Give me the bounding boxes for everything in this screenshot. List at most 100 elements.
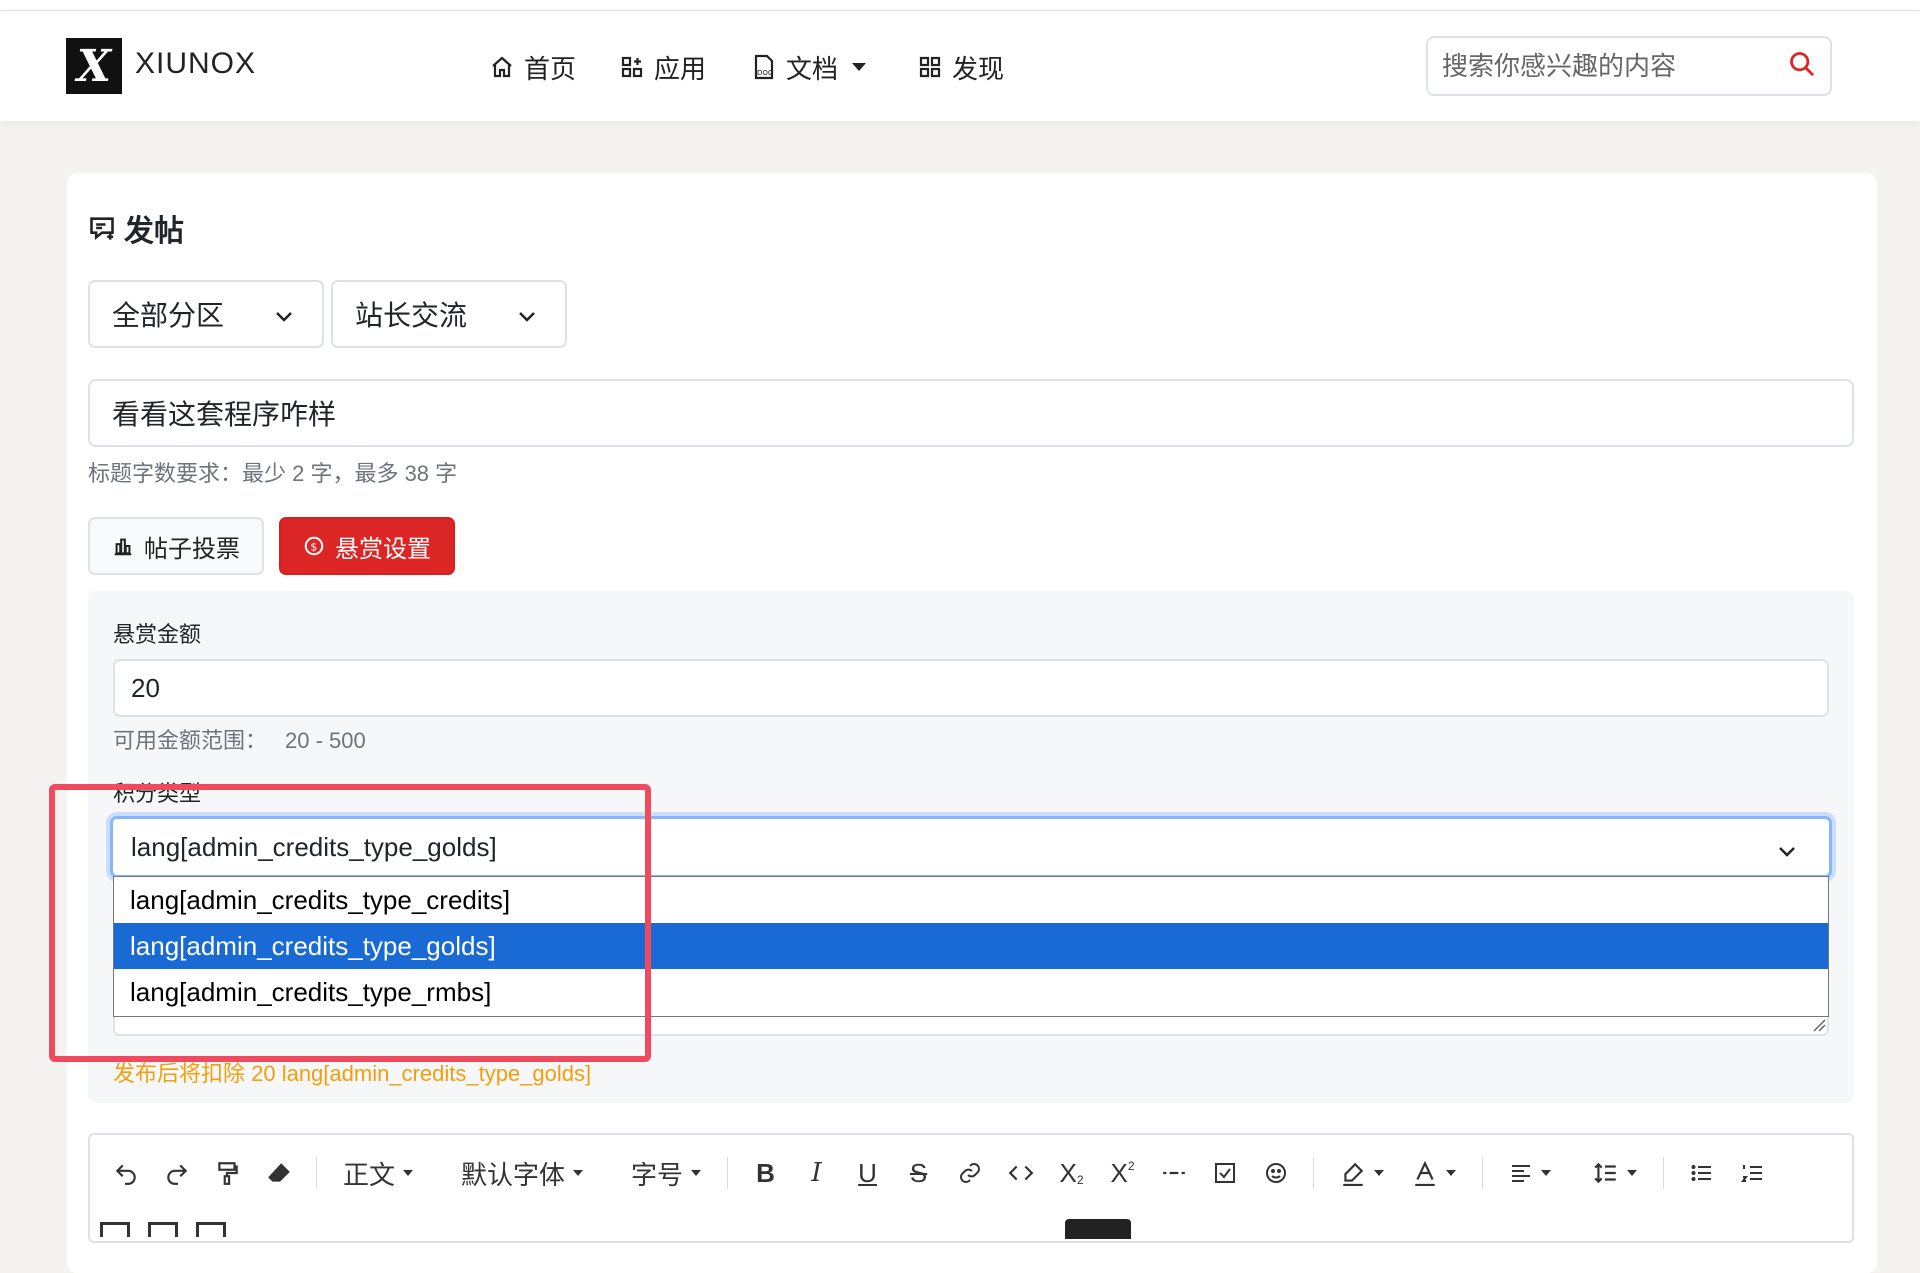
line-height-icon [1594, 1162, 1616, 1184]
forum-select-value: 全部分区 [112, 300, 225, 331]
search-box [1426, 36, 1832, 96]
search-input[interactable] [1442, 46, 1772, 86]
nav-item-docs[interactable]: DOC 文档 [752, 47, 867, 87]
subscript-icon[interactable]: X2 [1046, 1153, 1097, 1193]
chevron-down-icon [519, 312, 535, 322]
caret-down-icon [403, 1170, 414, 1176]
svg-text:$: $ [310, 541, 317, 554]
nav-item-discover[interactable]: 发现 [918, 47, 1004, 87]
highlighter-icon [1343, 1162, 1364, 1186]
toolbar-icon-partial[interactable] [196, 1222, 226, 1237]
resize-handle-icon[interactable] [1812, 1018, 1826, 1032]
title-hint: 标题字数要求：最少 2 字，最多 38 字 [88, 461, 458, 486]
font-color-icon [1415, 1160, 1435, 1186]
home-icon [492, 56, 512, 78]
ai-button[interactable] [1065, 1219, 1131, 1239]
credit-type-selected: lang[admin_credits_type_golds] [131, 831, 497, 862]
paragraph-dropdown[interactable]: 正文 [329, 1155, 427, 1192]
board-select[interactable]: 站长交流 [331, 280, 567, 348]
credit-type-label: 积分类型 [113, 781, 202, 806]
grid-icon [919, 56, 941, 78]
toolbar-divider [316, 1157, 317, 1189]
amount-range: 可用金额范围： 20 - 500 [113, 723, 366, 755]
nav-label: 应用 [654, 53, 707, 84]
reward-button[interactable]: $ 悬赏设置 [279, 517, 455, 575]
top-border [0, 0, 1920, 11]
caret-down-icon [1627, 1170, 1638, 1176]
page-title-text: 发帖 [124, 215, 184, 248]
bullet-list-icon[interactable] [1676, 1153, 1727, 1193]
highlight-color-dropdown[interactable] [1326, 1160, 1398, 1186]
undo-icon[interactable] [100, 1153, 151, 1193]
format-painter-icon[interactable] [202, 1153, 253, 1193]
chevron-down-icon [852, 63, 867, 71]
caret-down-icon [1541, 1170, 1552, 1176]
italic-icon[interactable]: I [791, 1153, 842, 1193]
option-rmbs[interactable]: lang[admin_credits_type_rmbs] [114, 969, 1828, 1015]
font-color-dropdown[interactable] [1398, 1160, 1470, 1186]
align-dropdown[interactable] [1495, 1161, 1565, 1185]
strikethrough-icon[interactable]: S [893, 1153, 944, 1193]
caret-down-icon [1446, 1170, 1457, 1176]
amount-value: 20 [131, 672, 160, 703]
board-select-value: 站长交流 [355, 300, 468, 331]
line-height-dropdown[interactable] [1579, 1160, 1651, 1186]
chevron-down-icon [1779, 847, 1795, 857]
redo-icon[interactable] [151, 1153, 202, 1193]
chevron-down-icon [276, 312, 292, 322]
bold-icon[interactable]: B [740, 1153, 791, 1193]
option-credits[interactable]: lang[admin_credits_type_credits] [114, 877, 1828, 923]
logo-letter: X [76, 40, 112, 92]
nav-item-home[interactable]: 首页 [490, 47, 576, 87]
font-family-dropdown[interactable]: 默认字体 [447, 1155, 597, 1192]
site-header: X XIUNOX 首页 应用 DOC 文档 发现 [0, 11, 1920, 121]
post-title-value: 看看这套程序咋样 [112, 399, 337, 430]
link-icon[interactable] [944, 1153, 995, 1193]
vote-button-label: 帖子投票 [144, 535, 240, 563]
divider-line-icon[interactable] [1148, 1153, 1199, 1193]
brand-name[interactable]: XIUNOX [135, 47, 256, 81]
nav-label: 文档 [786, 53, 839, 84]
emoji-icon[interactable] [1250, 1153, 1301, 1193]
site-logo[interactable]: X [66, 38, 122, 94]
toolbar-divider [1663, 1157, 1665, 1189]
align-left-icon [1512, 1165, 1531, 1182]
forum-select[interactable]: 全部分区 [88, 280, 324, 348]
font-family-label: 默认字体 [461, 1159, 566, 1190]
font-size-dropdown[interactable]: 字号 [617, 1155, 715, 1192]
nav-label: 首页 [524, 53, 577, 84]
amount-input[interactable]: 20 [113, 659, 1829, 717]
caret-down-icon [1374, 1170, 1385, 1176]
credit-type-dropdown: lang[admin_credits_type_credits] lang[ad… [113, 876, 1829, 1017]
apps-icon [621, 56, 643, 78]
numbered-list-icon[interactable] [1727, 1153, 1778, 1193]
post-title-input[interactable]: 看看这套程序咋样 [88, 379, 1854, 447]
caret-down-icon [573, 1170, 584, 1176]
option-golds[interactable]: lang[admin_credits_type_golds] [114, 923, 1828, 969]
toolbar-divider [1313, 1157, 1315, 1189]
editor-toolbar-row2 [100, 1222, 226, 1237]
eraser-icon[interactable] [253, 1153, 304, 1193]
range-value: 20 - 500 [285, 728, 366, 753]
vote-button[interactable]: 帖子投票 [88, 517, 264, 575]
toolbar-divider [1482, 1157, 1484, 1189]
chart-icon [114, 538, 132, 556]
amount-label: 悬赏金额 [113, 622, 202, 647]
toolbar-icon-partial[interactable] [148, 1222, 178, 1237]
code-icon[interactable] [995, 1153, 1046, 1193]
caret-down-icon [691, 1170, 702, 1176]
reward-button-label: 悬赏设置 [335, 535, 431, 563]
toolbar-divider [727, 1157, 729, 1189]
toolbar-icon-partial[interactable] [100, 1222, 130, 1237]
doc-icon: DOC [754, 54, 774, 80]
search-icon[interactable] [1788, 50, 1816, 78]
checkbox-icon[interactable] [1199, 1153, 1250, 1193]
nav-label: 发现 [952, 53, 1005, 84]
nav-item-apps[interactable]: 应用 [620, 47, 706, 87]
underline-icon[interactable]: U [842, 1153, 893, 1193]
font-size-label: 字号 [631, 1159, 684, 1190]
credit-type-select[interactable]: lang[admin_credits_type_golds] [110, 816, 1832, 878]
superscript-icon[interactable]: X2 [1097, 1153, 1148, 1193]
deduct-notice: 发布后将扣除 20 lang[admin_credits_type_golds] [113, 1061, 592, 1086]
chat-plus-icon [90, 217, 114, 241]
